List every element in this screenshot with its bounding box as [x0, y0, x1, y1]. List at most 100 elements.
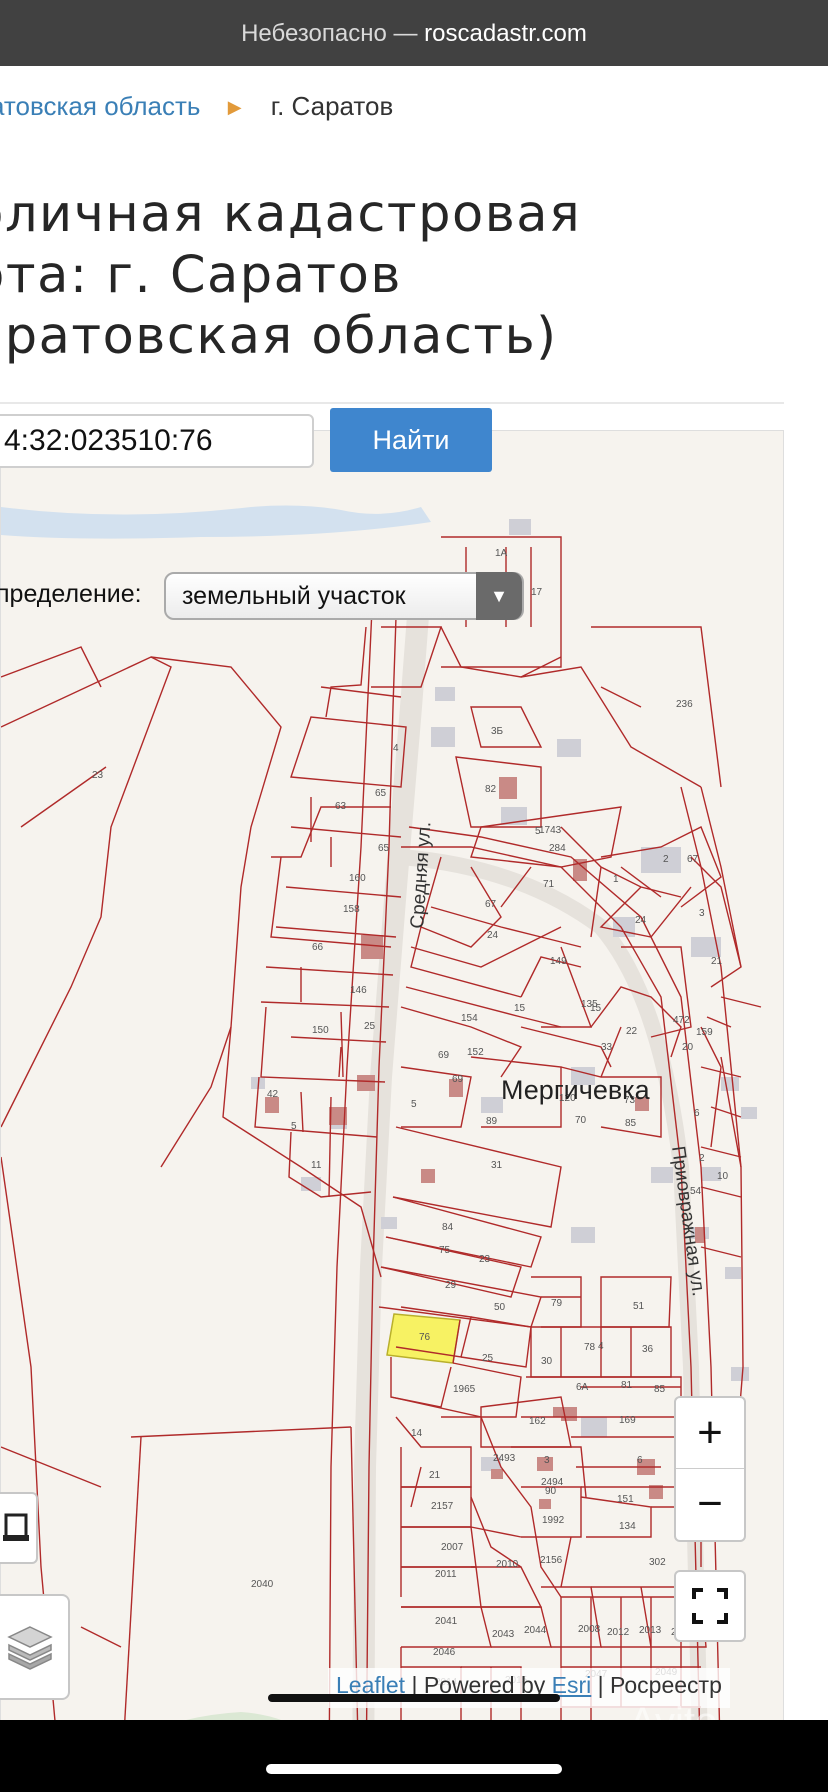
parcel-number-label[interactable]: 2008 [578, 1624, 601, 1635]
parcel-number-label[interactable]: 29 [445, 1280, 457, 1291]
parcel-number-label[interactable]: 236 [676, 699, 693, 710]
layers-button[interactable] [0, 1594, 70, 1700]
parcel-number-label[interactable]: 1743 [539, 825, 562, 836]
parcel-number-label[interactable]: 158 [343, 904, 360, 915]
parcel-number-label[interactable]: 82 [485, 784, 497, 795]
parcel-number-label[interactable]: 50 [494, 1302, 506, 1313]
parcel-number-label[interactable]: 67 [485, 899, 497, 910]
object-type-select[interactable]: земельный участок ▼ [164, 572, 524, 620]
parcel-number-label[interactable]: 1965 [453, 1384, 476, 1395]
parcel-number-label[interactable]: 25 [364, 1021, 376, 1032]
parcel-number-label[interactable]: 81 [621, 1380, 633, 1391]
parcel-number-label[interactable]: 6 [637, 1455, 643, 1466]
parcel-number-label[interactable]: 159 [696, 1027, 713, 1038]
parcel-number-label[interactable]: 22 [626, 1026, 638, 1037]
parcel-number-label[interactable]: 1 [613, 874, 619, 885]
parcel-number-label[interactable]: 6 [694, 1108, 700, 1119]
parcel-number-label[interactable]: 21 [429, 1470, 441, 1481]
parcel-number-label[interactable]: 2011 [435, 1569, 457, 1580]
breadcrumb-region-link[interactable]: атовская область [0, 91, 200, 121]
cadastral-number-search-input[interactable] [0, 414, 314, 468]
parcel-number-label[interactable]: 150 [312, 1025, 329, 1036]
parcel-number-label[interactable]: 23 [479, 1254, 491, 1265]
parcel-number-label[interactable]: 2 [699, 1153, 705, 1164]
parcel-number-label[interactable]: 51 [633, 1301, 645, 1312]
parcel-number-label[interactable]: 65 [378, 843, 390, 854]
parcel-number-label[interactable]: 5 [535, 826, 541, 837]
fullscreen-button[interactable] [674, 1570, 746, 1642]
parcel-number-label[interactable]: 2007 [441, 1542, 464, 1553]
parcel-number-label[interactable]: 20 [682, 1042, 694, 1053]
parcel-number-label[interactable]: 31 [491, 1160, 503, 1171]
zoom-out-button[interactable]: − [676, 1469, 744, 1539]
parcel-number-label[interactable]: 25 [482, 1353, 494, 1364]
print-map-button[interactable] [0, 1492, 38, 1564]
parcel-number-label[interactable]: 85 [625, 1118, 637, 1129]
parcel-number-label[interactable]: 33 [601, 1042, 613, 1053]
parcel-number-label[interactable]: 90 [545, 1486, 557, 1497]
parcel-number-label[interactable]: 78 [584, 1342, 596, 1353]
parcel-number-label[interactable]: 2012 [607, 1627, 630, 1638]
parcel-number-label[interactable]: 169 [619, 1415, 636, 1426]
parcel-number-label[interactable]: 4 [393, 743, 399, 754]
parcel-number-label[interactable]: 6А [576, 1382, 589, 1393]
parcel-number-label[interactable]: 2 [663, 854, 669, 865]
parcel-number-label[interactable]: 149 [550, 956, 567, 967]
parcel-number-label[interactable]: 14 [411, 1428, 423, 1439]
parcel-number-label[interactable]: 69 [452, 1074, 464, 1085]
parcel-number-label[interactable]: 15 [514, 1003, 526, 1014]
parcel-number-label[interactable]: 66 [312, 942, 324, 953]
parcel-number-label[interactable]: 1992 [542, 1515, 565, 1526]
parcel-number-label[interactable]: 15 [590, 1003, 602, 1014]
parcel-number-label[interactable]: 10 [717, 1171, 729, 1182]
url-display[interactable]: Небезопасно — roscadastr.com [0, 20, 828, 48]
chevron-down-icon[interactable]: ▼ [476, 572, 522, 620]
browser-address-bar[interactable]: Небезопасно — roscadastr.com [0, 0, 828, 66]
parcel-number-label[interactable]: 154 [461, 1013, 478, 1024]
parcel-number-label[interactable]: 2046 [433, 1647, 456, 1658]
parcel-number-label[interactable]: 302 [649, 1557, 666, 1568]
parcel-number-label[interactable]: 2156 [540, 1555, 563, 1566]
find-button[interactable]: Найти [330, 408, 492, 472]
parcel-number-label[interactable]: 3 [544, 1455, 550, 1466]
parcel-number-label[interactable]: 24 [487, 930, 499, 941]
home-indicator[interactable] [266, 1764, 562, 1774]
parcel-number-label[interactable]: 162 [529, 1416, 546, 1427]
parcel-number-label[interactable]: 2010 [496, 1559, 519, 1570]
parcel-number-label[interactable]: 2493 [493, 1453, 516, 1464]
parcel-number-label[interactable]: 160 [349, 873, 366, 884]
parcel-number-label[interactable]: 146 [350, 985, 367, 996]
parcel-number-label[interactable]: 71 [543, 879, 555, 890]
parcel-number-label[interactable]: 3 [699, 908, 705, 919]
zoom-in-button[interactable]: + [676, 1398, 744, 1469]
parcel-number-label[interactable]: 2157 [431, 1501, 454, 1512]
parcel-number-label[interactable]: 2043 [492, 1629, 515, 1640]
parcel-number-label[interactable]: 3Б [491, 726, 504, 737]
parcel-number-label[interactable]: 30 [541, 1356, 553, 1367]
map-canvas[interactable]: 76 2616171А3Б236465821743236365528416071… [1, 430, 784, 1722]
parcel-number-label[interactable]: 36 [642, 1344, 654, 1355]
parcel-number-label[interactable]: 85 [654, 1384, 666, 1395]
parcel-number-label[interactable]: 89 [486, 1116, 498, 1127]
parcel-number-label[interactable]: 24 [635, 915, 647, 926]
parcel-number-label[interactable]: 17 [531, 587, 543, 598]
parcel-number-label[interactable]: 5 [411, 1099, 417, 1110]
parcel-number-label[interactable]: 42 [267, 1089, 279, 1100]
parcel-number-label[interactable]: 84 [442, 1222, 454, 1233]
parcel-number-label[interactable]: 4 [598, 1341, 604, 1352]
parcel-number-label[interactable]: 11 [311, 1160, 322, 1171]
parcel-number-label[interactable]: 23 [92, 770, 104, 781]
parcel-number-label[interactable]: 5 [291, 1121, 297, 1132]
parcel-number-label[interactable]: 75 [439, 1245, 451, 1256]
parcel-number-label[interactable]: 21 [711, 956, 723, 967]
parcel-number-label[interactable]: 134 [619, 1521, 636, 1532]
parcel-number-label[interactable]: 67 [687, 854, 699, 865]
parcel-number-label[interactable]: 284 [549, 843, 566, 854]
parcel-number-label[interactable]: 2041 [435, 1616, 458, 1627]
parcel-number-label[interactable]: 65 [375, 788, 387, 799]
cadastral-map[interactable]: 76 2616171А3Б236465821743236365528416071… [0, 430, 784, 1722]
parcel-number-label[interactable]: 152 [467, 1047, 484, 1058]
parcel-number-label[interactable]: 151 [617, 1494, 634, 1505]
parcel-number-label[interactable]: 79 [551, 1298, 563, 1309]
parcel-number-label[interactable]: 2044 [524, 1625, 547, 1636]
